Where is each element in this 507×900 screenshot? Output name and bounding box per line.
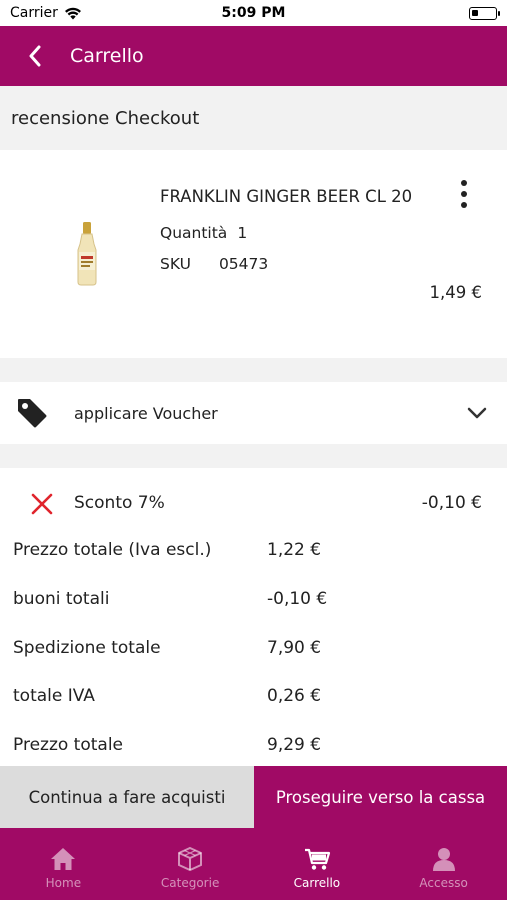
tab-label: Carrello (293, 876, 341, 890)
product-quantity: Quantità 1 (160, 224, 247, 242)
summary-label: Prezzo totale (Iva escl.) (13, 540, 212, 560)
summary-row: Prezzo totale (Iva escl.) 1,22 € (13, 540, 493, 570)
chevron-down-icon[interactable] (466, 402, 488, 424)
discount-row: Sconto 7% -0,10 € (0, 486, 507, 522)
product-name: FRANKLIN GINGER BEER CL 20 (160, 187, 413, 206)
continue-shopping-button[interactable]: Continua a fare acquisti (0, 766, 254, 828)
summary-value: -0,10 € (267, 589, 328, 609)
summary-row: buoni totali -0,10 € (13, 589, 493, 619)
product-sku: SKU 05473 (160, 255, 268, 273)
summary-row: totale IVA 0,26 € (13, 686, 493, 716)
summary-row: Spedizione totale 7,90 € (13, 638, 493, 668)
status-left: Carrier (10, 5, 82, 21)
status-bar: Carrier 5:09 PM (0, 0, 507, 26)
summary-label: Prezzo totale (13, 735, 124, 755)
summary-value: 7,90 € (267, 638, 322, 658)
summary-value: 0,26 € (267, 686, 322, 706)
user-icon (432, 848, 455, 871)
tab-cart[interactable]: Carrello (254, 828, 381, 900)
wifi-icon (64, 7, 81, 19)
tab-label: Accesso (419, 876, 468, 890)
order-summary: Sconto 7% -0,10 € Prezzo totale (Iva esc… (0, 468, 507, 766)
chevron-left-icon (29, 45, 41, 67)
summary-row: Prezzo totale 9,29 € (13, 735, 493, 765)
tab-categories[interactable]: Categorie (127, 828, 254, 900)
quantity-label: Quantità (160, 224, 228, 242)
summary-label: totale IVA (13, 686, 95, 706)
discount-label: Sconto 7% (74, 493, 165, 513)
tab-label: Categorie (160, 876, 220, 890)
navbar: Carrello (0, 26, 507, 86)
cart-actions: Continua a fare acquisti Proseguire vers… (0, 766, 507, 828)
tag-icon (18, 399, 47, 428)
summary-label: Spedizione totale (13, 638, 161, 658)
summary-value: 1,22 € (267, 540, 322, 560)
tab-account[interactable]: Accesso (380, 828, 507, 900)
battery-icon (469, 6, 500, 20)
section-title: recensione Checkout (0, 86, 507, 150)
apply-voucher-row[interactable]: applicare Voucher (0, 382, 507, 444)
back-button[interactable] (0, 26, 70, 86)
quantity-value: 1 (237, 224, 248, 242)
page-title: Carrello (70, 45, 144, 67)
sku-label: SKU (160, 255, 191, 273)
home-icon (51, 848, 76, 870)
product-image[interactable] (70, 222, 104, 286)
tab-home[interactable]: Home (0, 828, 127, 900)
product-price: 1,49 € (429, 283, 482, 302)
sku-value: 05473 (218, 255, 269, 273)
cart-item: FRANKLIN GINGER BEER CL 20 Quantità 1 SK… (0, 150, 507, 358)
summary-label: buoni totali (13, 589, 110, 609)
tab-label: Home (45, 876, 82, 890)
cart-icon (304, 848, 330, 870)
cube-icon (178, 846, 203, 872)
voucher-label: applicare Voucher (74, 403, 218, 423)
tab-bar: Home Categorie Carrello Accesso (0, 828, 507, 900)
more-vertical-icon[interactable] (452, 178, 476, 210)
checkout-button[interactable]: Proseguire verso la cassa (254, 766, 507, 828)
carrier-label: Carrier (10, 5, 58, 21)
discount-value: -0,10 € (421, 493, 482, 513)
close-icon[interactable] (30, 492, 54, 516)
summary-value: 9,29 € (267, 735, 322, 755)
